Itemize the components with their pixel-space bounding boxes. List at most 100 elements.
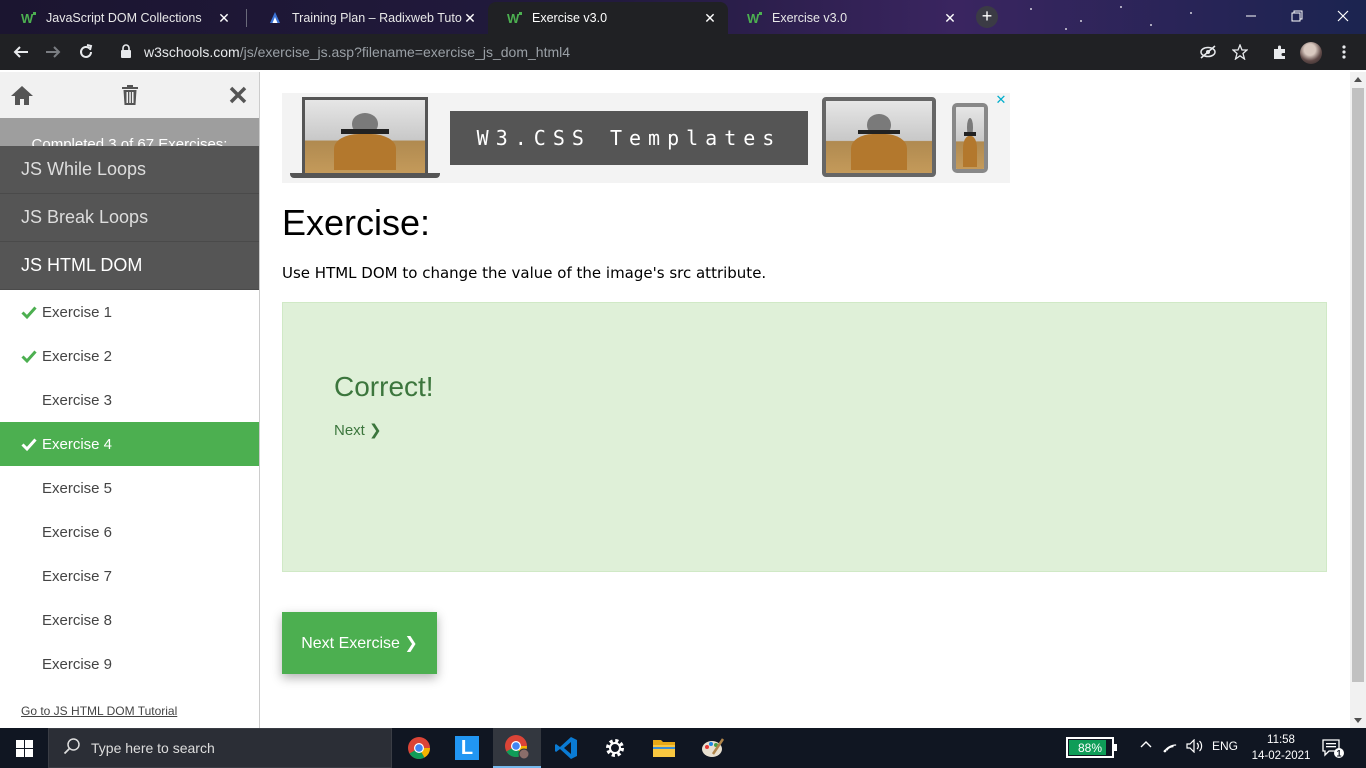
sidebar-item-exercise-6[interactable]: Exercise 6 — [0, 510, 259, 554]
paint-icon[interactable] — [689, 728, 737, 768]
scroll-down-arrow-icon[interactable] — [1354, 718, 1362, 723]
vscode-taskbar-icon[interactable] — [542, 728, 590, 768]
tracking-blocked-icon[interactable] — [1198, 42, 1218, 62]
sidebar-item-exercise-4[interactable]: Exercise 4 — [0, 422, 259, 466]
file-explorer-icon[interactable] — [640, 728, 688, 768]
tab-title: JavaScript DOM Collections — [46, 11, 202, 25]
battery-indicator[interactable]: 88% — [1066, 737, 1117, 758]
sidebar-item-exercise-9[interactable]: Exercise 9 — [0, 642, 259, 686]
scrollbar-thumb[interactable] — [1352, 88, 1364, 682]
checkmark-icon — [21, 306, 37, 320]
volume-icon[interactable] — [1186, 738, 1204, 756]
category-label: JS While Loops — [21, 159, 147, 179]
arrow-right-icon — [46, 46, 61, 58]
language-indicator[interactable]: ENG — [1212, 739, 1238, 753]
w3schools-favicon-icon: W — [506, 10, 524, 26]
tab-close-icon[interactable]: ✕ — [942, 10, 958, 26]
sidebar-item-exercise-5[interactable]: Exercise 5 — [0, 466, 259, 510]
ad-tablet-image — [822, 97, 936, 177]
taskbar-search[interactable]: Type here to search — [48, 728, 392, 768]
browser-tab-2[interactable]: Training Plan – Radixweb Tutorial ✕ — [248, 2, 488, 34]
battery-nub — [1114, 744, 1117, 751]
category-js-while-loops[interactable]: JS While Loops — [0, 146, 259, 194]
page-scrollbar[interactable] — [1350, 72, 1366, 728]
ad-banner[interactable]: W3.CSS Templates ✕ — [282, 93, 1010, 183]
browser-toolbar: w3schools.com/js/exercise_js.asp?filenam… — [0, 34, 1366, 70]
restore-button[interactable] — [1274, 0, 1320, 32]
wifi-icon[interactable] — [1163, 739, 1179, 756]
category-js-break-loops[interactable]: JS Break Loops — [0, 194, 259, 242]
clock-time: 11:58 — [1267, 734, 1295, 746]
back-button[interactable] — [8, 39, 34, 65]
taskbar-clock[interactable]: 11:58 14-02-2021 — [1246, 732, 1316, 764]
minimize-icon — [1246, 15, 1256, 17]
chrome-profile-taskbar-icon[interactable] — [493, 728, 541, 768]
minimize-button[interactable] — [1228, 0, 1274, 32]
chrome-taskbar-icon[interactable] — [395, 728, 443, 768]
tutorial-link[interactable]: Go to JS HTML DOM Tutorial — [21, 704, 177, 718]
exercise-label: Exercise 1 — [42, 303, 113, 321]
more-menu-icon[interactable] — [1334, 42, 1354, 62]
close-window-button[interactable] — [1320, 0, 1366, 32]
ad-close-icon[interactable]: ✕ — [994, 93, 1008, 107]
sidebar-item-exercise-8[interactable]: Exercise 8 — [0, 598, 259, 642]
svg-text:W: W — [21, 11, 34, 25]
tab-title: Exercise v3.0 — [532, 11, 608, 25]
checkmark-icon — [21, 350, 37, 364]
next-link[interactable]: Next ❯ — [334, 421, 382, 439]
ad-phone-image — [952, 103, 988, 173]
browser-tab-4[interactable]: W Exercise v3.0 ✕ — [728, 2, 968, 34]
windows-taskbar: Type here to search L 88% ENG 11:58 14-0… — [0, 728, 1366, 768]
launcher-l-taskbar-icon[interactable]: L — [443, 728, 491, 768]
sidebar-item-exercise-2[interactable]: Exercise 2 — [0, 334, 259, 378]
sidebar-list: JS While Loops JS Break Loops JS HTML DO… — [0, 146, 259, 686]
url-domain: w3schools.com — [144, 44, 240, 60]
sidebar-item-exercise-1[interactable]: Exercise 1 — [0, 290, 259, 334]
main-content: W3.CSS Templates ✕ Exercise: Use HTML DO… — [261, 72, 1350, 728]
reload-button[interactable] — [73, 39, 99, 65]
exercise-label: Exercise 5 — [42, 479, 113, 497]
svg-text:W: W — [747, 11, 760, 25]
clock-date: 14-02-2021 — [1251, 750, 1311, 762]
next-exercise-button[interactable]: Next Exercise ❯ — [282, 612, 437, 674]
notification-count: 1 — [1336, 749, 1341, 759]
ad-headline: W3.CSS Templates — [450, 111, 808, 165]
chevron-up-icon[interactable] — [1140, 739, 1152, 754]
sidebar-item-exercise-7[interactable]: Exercise 7 — [0, 554, 259, 598]
exercise-sidebar: Completed 3 of 67 Exercises: JS While Lo… — [0, 72, 260, 728]
exercise-label: Exercise 8 — [42, 611, 113, 629]
category-js-html-dom[interactable]: JS HTML DOM — [0, 242, 259, 290]
browser-tab-1[interactable]: W JavaScript DOM Collections ✕ — [2, 2, 242, 34]
notification-center-icon[interactable]: 1 — [1322, 738, 1344, 759]
arrow-left-icon — [13, 46, 28, 58]
new-tab-button[interactable]: + — [976, 6, 998, 28]
browser-tab-strip: W JavaScript DOM Collections ✕ Training … — [0, 0, 1366, 34]
extensions-puzzle-icon[interactable] — [1270, 42, 1290, 62]
exercise-label: Exercise 9 — [42, 655, 113, 673]
settings-gear-icon[interactable] — [591, 728, 639, 768]
bookmark-star-icon[interactable] — [1230, 42, 1250, 62]
tab-close-icon[interactable]: ✕ — [216, 10, 232, 26]
tab-title: Exercise v3.0 — [772, 11, 848, 25]
page-title: Exercise: — [282, 202, 431, 243]
scroll-up-arrow-icon[interactable] — [1354, 77, 1362, 82]
sidebar-item-exercise-3[interactable]: Exercise 3 — [0, 378, 259, 422]
w3schools-favicon-icon: W — [746, 10, 764, 26]
category-label: JS Break Loops — [21, 207, 149, 227]
forward-button[interactable] — [40, 39, 66, 65]
browser-tab-3-active[interactable]: W Exercise v3.0 ✕ — [488, 2, 728, 34]
tab-close-icon[interactable]: ✕ — [702, 10, 718, 26]
address-bar[interactable]: w3schools.com/js/exercise_js.asp?filenam… — [108, 38, 1260, 66]
home-icon[interactable] — [9, 83, 35, 107]
battery-percent: 88% — [1077, 740, 1103, 755]
tab-close-icon[interactable]: ✕ — [462, 10, 478, 26]
exercise-label: Exercise 2 — [42, 347, 113, 365]
result-heading: Correct! — [334, 371, 434, 402]
profile-avatar[interactable] — [1300, 42, 1322, 64]
search-placeholder: Type here to search — [91, 740, 215, 756]
exercise-label: Exercise 3 — [42, 391, 113, 409]
close-sidebar-icon[interactable] — [225, 83, 251, 107]
start-button[interactable] — [0, 728, 48, 768]
trash-icon[interactable] — [117, 83, 143, 107]
next-exercise-label: Next Exercise ❯ — [301, 635, 418, 652]
